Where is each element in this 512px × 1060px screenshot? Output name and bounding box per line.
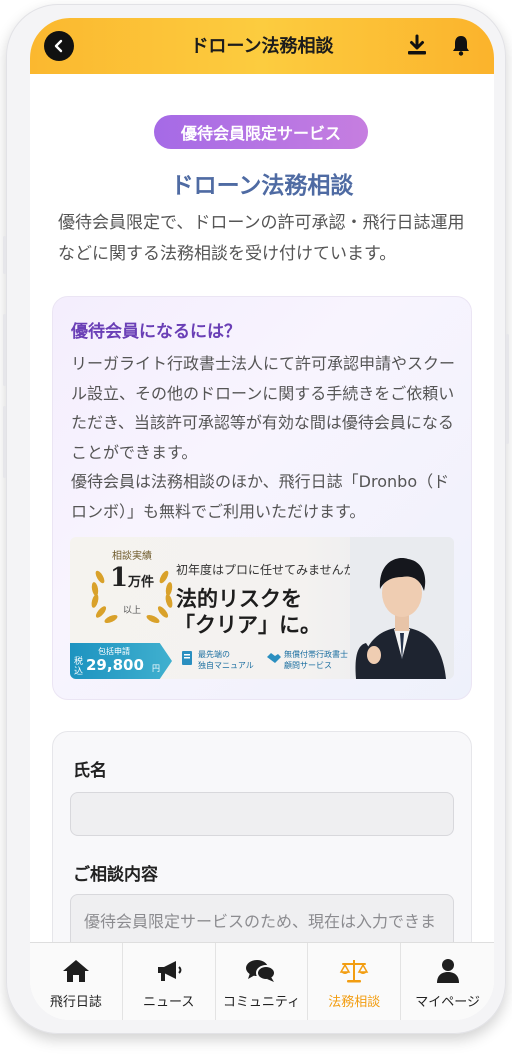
- price-prefix: 税込: [74, 657, 84, 677]
- chat-icon: [246, 960, 277, 982]
- download-icon: [408, 34, 426, 55]
- scale-icon: [339, 960, 369, 983]
- membership-body: リーガライト行政書士法人にて許可承認申請やスクール設立、その他のドローンに関する…: [71, 349, 463, 526]
- phone-side-button: [3, 236, 6, 274]
- membership-body-line: 優待会員は法務相談のほか、飛行日誌「Dronbo（ドロンボ）」も無料でご利用いた…: [71, 472, 450, 521]
- tab-my-page[interactable]: マイページ: [401, 943, 494, 1020]
- tab-label: 法務相談: [328, 995, 381, 1010]
- consult-textarea[interactable]: 優待会員限定サービスのため、現在は入力できません: [70, 894, 454, 942]
- manual-icon: [182, 651, 192, 665]
- badge-number-value: 1: [109, 563, 129, 593]
- banner-badge-label: 相談実績: [112, 551, 152, 562]
- megaphone-icon: [157, 961, 182, 981]
- app-screen: ドローン法務相談 優待会員限定サービス ドローン法務相談 優待会員限定で、ドロー…: [30, 18, 494, 1020]
- promo-banner[interactable]: 相談実績 1万件 以上 初年度はプロに任せてみませんか？ 法的リスクを 「クリア…: [70, 537, 454, 679]
- download-button[interactable]: [404, 32, 430, 58]
- membership-body-line: リーガライト行政書士法人にて許可承認申請やスクール設立、その他のドローンに関する…: [71, 354, 456, 462]
- consult-placeholder: 優待会員限定サービスのため、現在は入力できません: [84, 912, 437, 942]
- app-header: ドローン法務相談: [30, 18, 494, 74]
- membership-info-card: 優待会員になるには？ リーガライト行政書士法人にて許可承認申請やスクール設立、そ…: [52, 296, 472, 700]
- banner-badge-number: 1万件: [86, 563, 178, 593]
- phone-power-button: [506, 334, 509, 444]
- bottom-tab-bar: 飛行日誌 ニュース コミュニティ 法務相談 マイページ: [30, 942, 494, 1020]
- notification-button[interactable]: [448, 32, 474, 58]
- price-value: 29,800: [86, 656, 144, 674]
- phone-volume-up-button: [3, 314, 6, 386]
- banner-tagline: 初年度はプロに任せてみませんか？: [176, 563, 368, 577]
- tab-label: ニュース: [143, 995, 195, 1010]
- tab-flight-log[interactable]: 飛行日誌: [30, 943, 123, 1020]
- phone-volume-down-button: [3, 406, 6, 478]
- members-only-badge: 優待会員限定サービス: [154, 115, 368, 149]
- main-content[interactable]: 優待会員限定サービス ドローン法務相談 優待会員限定で、ドローンの許可承認・飛行…: [30, 74, 494, 942]
- tab-label: コミュニティ: [222, 995, 301, 1010]
- badge-number-unit: 万件: [128, 575, 155, 590]
- bell-icon: [453, 36, 469, 56]
- banner-price-box: 包括申請 税込 29,800 円: [70, 643, 172, 679]
- consultation-form: 氏名 ご相談内容 優待会員限定サービスのため、現在は入力できません: [52, 731, 472, 942]
- tab-label: 飛行日誌: [49, 995, 102, 1010]
- membership-heading: 優待会員になるには？: [71, 322, 241, 342]
- user-icon: [436, 959, 459, 983]
- name-label: 氏名: [73, 761, 107, 781]
- tab-label: マイページ: [415, 995, 480, 1010]
- intro-text: 優待会員限定で、ドローンの許可承認・飛行日誌運用などに関する法務相談を受け付けて…: [58, 213, 465, 264]
- tab-community[interactable]: コミュニティ: [216, 943, 309, 1020]
- page-title: ドローン法務相談: [170, 173, 354, 199]
- banner-headline-2: 「クリア」に。: [174, 612, 321, 637]
- handshake-icon: [267, 653, 281, 663]
- banner-feature-1: 最先端の 独自マニュアル: [198, 650, 254, 670]
- consultant-photo: [350, 537, 454, 679]
- name-input[interactable]: [70, 792, 454, 836]
- home-icon: [62, 960, 89, 982]
- tab-news[interactable]: ニュース: [123, 943, 216, 1020]
- banner-feature-2: 無償付帯行政書士 顧問サービス: [284, 650, 348, 670]
- banner-badge-sub: 以上: [122, 606, 141, 616]
- tab-legal-consultation[interactable]: 法務相談: [308, 943, 402, 1020]
- phone-frame: ドローン法務相談 優待会員限定サービス ドローン法務相談 優待会員限定で、ドロー…: [3, 4, 509, 1034]
- price-unit: 円: [152, 664, 160, 673]
- consult-label: ご相談内容: [73, 865, 158, 885]
